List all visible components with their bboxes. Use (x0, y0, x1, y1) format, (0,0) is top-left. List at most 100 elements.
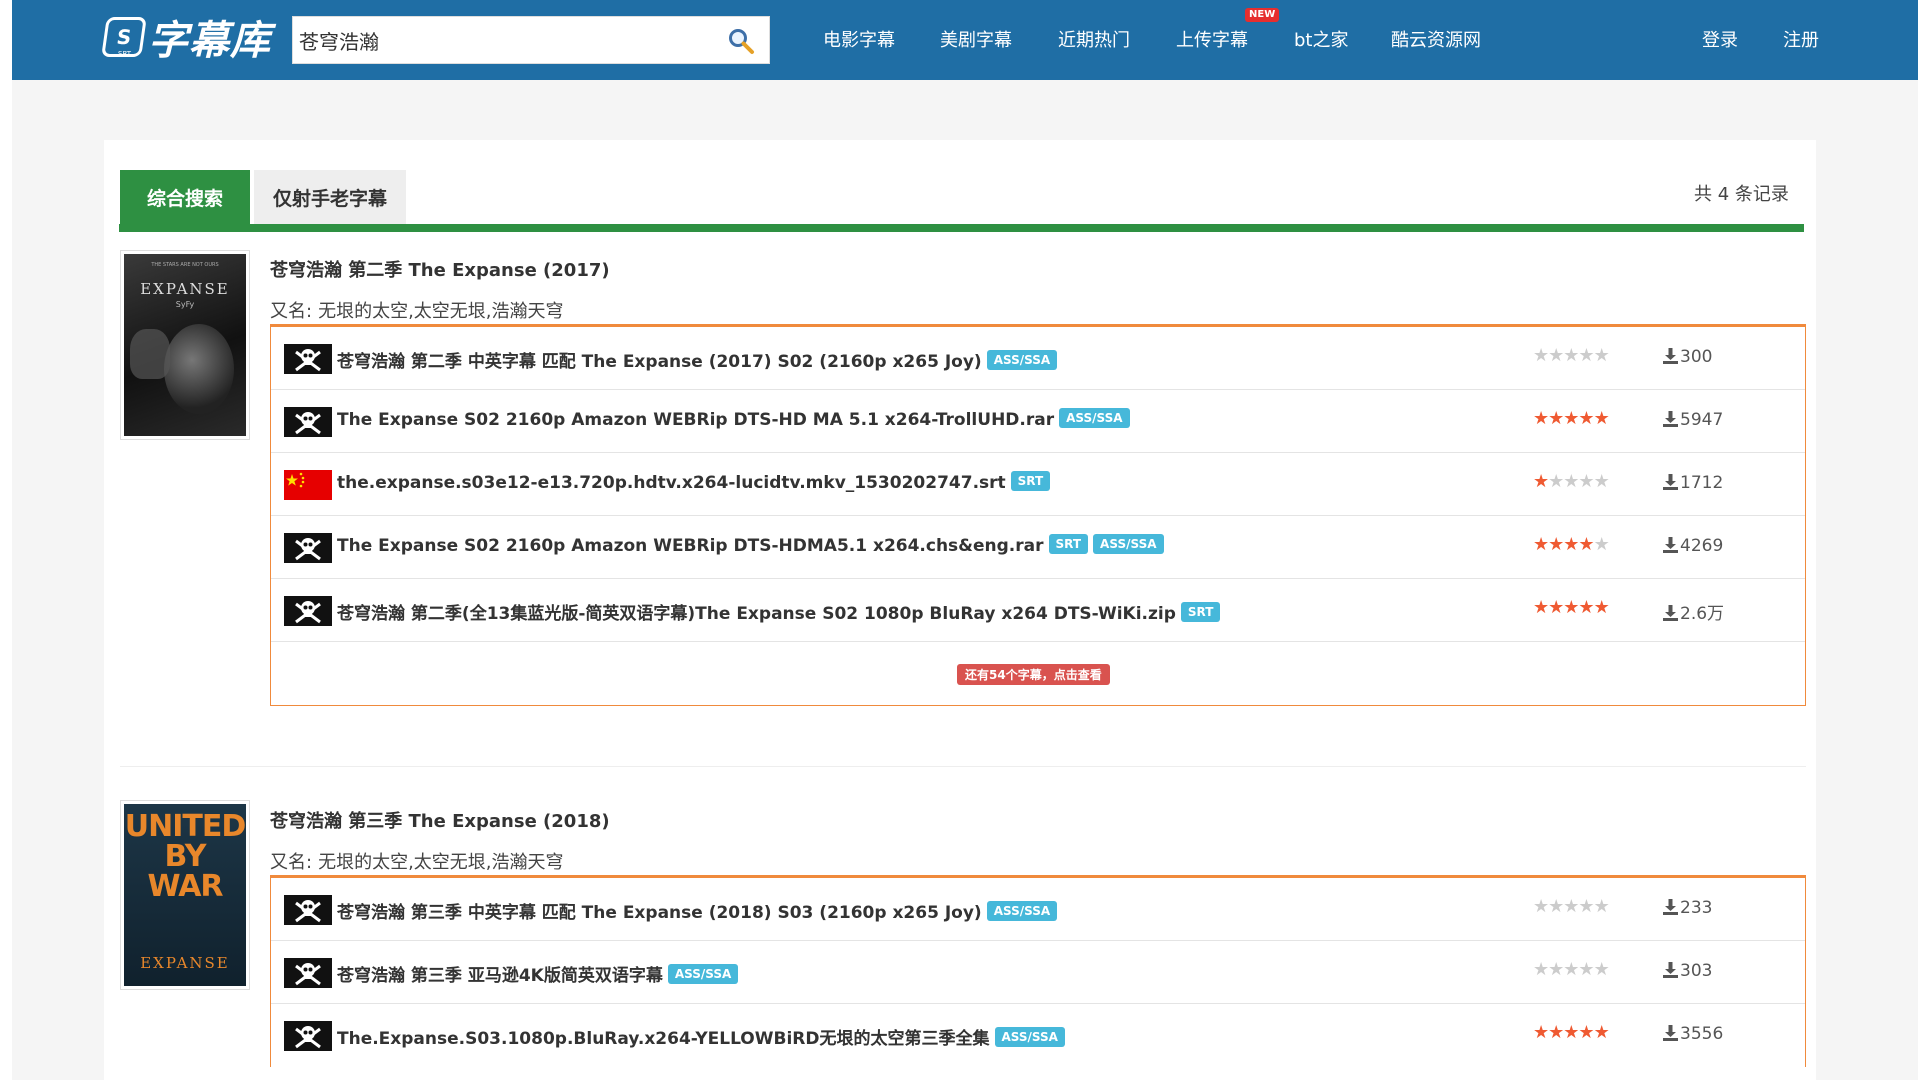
alias-value: 无垠的太空,太空无垠,浩瀚天穹 (318, 301, 564, 322)
star-icon: ★ (1548, 345, 1564, 366)
star-icon: ★ (1563, 471, 1579, 492)
poster-network: SyFy (175, 300, 195, 309)
search-icon[interactable] (727, 27, 755, 55)
format-badge: ASS/SSA (1059, 408, 1130, 428)
tab-shooter-old-subtitles[interactable]: 仅射手老字幕 (254, 170, 406, 225)
subtitle-title-link[interactable]: 苍穹浩瀚 第三季 中英字幕 匹配 The Expanse (2018) S03 … (337, 898, 1058, 923)
star-icon: ★ (1578, 597, 1594, 618)
poster-title: UNITED BY WAR (124, 809, 246, 904)
nav-kuyun[interactable]: 酷云资源网 (1391, 26, 1481, 52)
star-icon: ★ (1578, 345, 1594, 366)
show-alias: 又名: 无垠的太空,太空无垠,浩瀚天穹 (270, 848, 564, 874)
rating-stars: ★★★★★ (1533, 597, 1610, 618)
nav-bt-home[interactable]: bt之家 (1294, 26, 1348, 52)
subtitle-title-link[interactable]: the.expanse.s03e12-e13.720p.hdtv.x264-lu… (337, 471, 1051, 493)
show-poster[interactable]: UNITED BY WAR EXPANSE (120, 800, 250, 990)
format-badge: SRT (1010, 471, 1051, 491)
section-divider (120, 766, 1806, 767)
show-title[interactable]: 苍穹浩瀚 第三季 The Expanse (2018) (270, 807, 610, 833)
subtitle-list: 苍穹浩瀚 第二季 中英字幕 匹配 The Expanse (2017) S02 … (270, 324, 1806, 706)
search-input[interactable] (293, 17, 713, 63)
format-badge: ASS/SSA (667, 964, 739, 984)
nav-upload-subtitles[interactable]: 上传字幕 (1176, 26, 1248, 52)
subtitle-title: The.Expanse.S03.1080p.BluRay.x264-YELLOW… (337, 1029, 990, 1049)
download-value: 5947 (1680, 410, 1724, 430)
star-icon: ★ (1563, 959, 1579, 980)
subtitle-row[interactable]: The Expanse S02 2160p Amazon WEBRip DTS-… (271, 390, 1805, 453)
subtitle-title: 苍穹浩瀚 第二季(全13集蓝光版-简英双语字幕)The Expanse S02 … (337, 604, 1176, 624)
download-count: 4269 (1663, 536, 1723, 556)
poster-title: EXPANSE (140, 280, 230, 298)
subtitle-title: The Expanse S02 2160p Amazon WEBRip DTS-… (337, 410, 1055, 430)
subtitle-title-link[interactable]: The.Expanse.S03.1080p.BluRay.x264-YELLOW… (337, 1024, 1065, 1049)
show-title[interactable]: 苍穹浩瀚 第二季 The Expanse (2017) (270, 256, 610, 282)
download-icon (1663, 1024, 1678, 1044)
star-icon: ★ (1548, 471, 1564, 492)
format-badge: ASS/SSA (986, 350, 1058, 370)
more-subtitles-button[interactable]: 还有54个字幕，点击查看 (957, 664, 1110, 685)
star-icon: ★ (1578, 959, 1594, 980)
download-icon (1663, 473, 1678, 493)
nav-movie-subtitles[interactable]: 电影字幕 (823, 26, 895, 52)
login-link[interactable]: 登录 (1702, 26, 1738, 52)
pirate-flag-icon (284, 596, 332, 626)
star-icon: ★ (1578, 471, 1594, 492)
subtitle-row[interactable]: The Expanse S02 2160p Amazon WEBRip DTS-… (271, 516, 1805, 579)
star-icon: ★ (1593, 597, 1610, 618)
star-icon: ★ (1593, 534, 1610, 555)
subtitle-title-link[interactable]: The Expanse S02 2160p Amazon WEBRip DTS-… (337, 408, 1130, 430)
download-count: 233 (1663, 898, 1712, 918)
subtitle-title: the.expanse.s03e12-e13.720p.hdtv.x264-lu… (337, 473, 1006, 493)
star-icon: ★ (1578, 408, 1594, 429)
rating-stars: ★★★★★ (1533, 896, 1610, 917)
rating-stars: ★★★★★ (1533, 1022, 1610, 1043)
subtitle-title-link[interactable]: 苍穹浩瀚 第二季(全13集蓝光版-简英双语字幕)The Expanse S02 … (337, 599, 1221, 624)
pirate-flag-icon (284, 895, 332, 925)
subtitle-title-link[interactable]: 苍穹浩瀚 第三季 亚马逊4K版简英双语字幕 ASS/SSA (337, 961, 739, 986)
tab-comprehensive-search[interactable]: 综合搜索 (120, 170, 250, 225)
star-icon: ★ (1578, 896, 1594, 917)
format-badge: ASS/SSA (986, 901, 1058, 921)
rating-stars: ★★★★★ (1533, 345, 1610, 366)
subtitle-title: 苍穹浩瀚 第二季 中英字幕 匹配 The Expanse (2017) S02 … (337, 352, 982, 372)
rating-stars: ★★★★★ (1533, 408, 1610, 429)
star-icon: ★ (1593, 471, 1610, 492)
download-count: 3556 (1663, 1024, 1723, 1044)
star-icon: ★ (1548, 896, 1564, 917)
star-icon: ★ (1533, 896, 1549, 917)
alias-value: 无垠的太空,太空无垠,浩瀚天穹 (318, 852, 564, 873)
rating-stars: ★★★★★ (1533, 534, 1610, 555)
star-icon: ★ (1593, 896, 1610, 917)
download-icon (1663, 961, 1678, 981)
pirate-flag-icon (284, 1021, 332, 1051)
pirate-flag-icon (284, 344, 332, 374)
download-value: 2.6万 (1680, 604, 1725, 624)
search-box (292, 16, 770, 64)
show-poster[interactable]: THE STARS ARE NOT OURS EXPANSE SyFy (120, 250, 250, 440)
star-icon: ★ (1533, 597, 1549, 618)
subtitle-row[interactable]: 苍穹浩瀚 第三季 中英字幕 匹配 The Expanse (2018) S03 … (271, 878, 1805, 941)
subtitle-title-link[interactable]: The Expanse S02 2160p Amazon WEBRip DTS-… (337, 534, 1164, 556)
nav-recent-hot[interactable]: 近期热门 (1058, 26, 1130, 52)
download-value: 4269 (1680, 536, 1724, 556)
subtitle-row[interactable]: the.expanse.s03e12-e13.720p.hdtv.x264-lu… (271, 453, 1805, 516)
subtitle-row[interactable]: 苍穹浩瀚 第二季 中英字幕 匹配 The Expanse (2017) S02 … (271, 327, 1805, 390)
alias-label: 又名: (270, 301, 313, 322)
star-icon: ★ (1533, 408, 1549, 429)
download-icon (1663, 898, 1678, 918)
subtitle-row[interactable]: 苍穹浩瀚 第二季(全13集蓝光版-简英双语字幕)The Expanse S02 … (271, 579, 1805, 642)
subtitle-row[interactable]: 苍穹浩瀚 第三季 亚马逊4K版简英双语字幕 ASS/SSA ★★★★★ 303 (271, 941, 1805, 1004)
download-count: 1712 (1663, 473, 1723, 493)
subtitle-row[interactable]: The.Expanse.S03.1080p.BluRay.x264-YELLOW… (271, 1004, 1805, 1067)
subtitle-title-link[interactable]: 苍穹浩瀚 第二季 中英字幕 匹配 The Expanse (2017) S02 … (337, 347, 1058, 372)
download-icon (1663, 410, 1678, 430)
star-icon: ★ (1533, 1022, 1549, 1043)
nav-us-tv-subtitles[interactable]: 美剧字幕 (940, 26, 1012, 52)
subtitle-title: 苍穹浩瀚 第三季 中英字幕 匹配 The Expanse (2018) S03 … (337, 903, 982, 923)
pirate-flag-icon (284, 533, 332, 563)
download-value: 233 (1680, 898, 1713, 918)
register-link[interactable]: 注册 (1783, 26, 1819, 52)
rating-stars: ★★★★★ (1533, 959, 1610, 980)
site-logo[interactable]: S 字幕库 SRT (101, 8, 271, 66)
new-badge: NEW (1245, 8, 1280, 22)
